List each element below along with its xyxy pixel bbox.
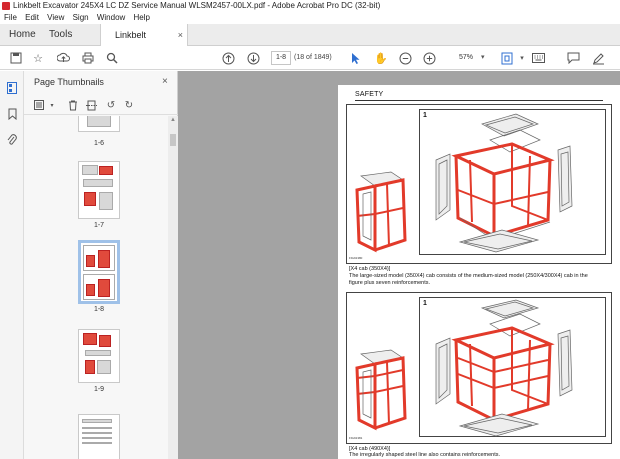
pdf-page: SAFETY FIG91380 1 [X4 cab (350X4)] The l… — [338, 85, 620, 459]
acrobat-app-icon — [2, 2, 10, 10]
tab-home[interactable]: Home — [9, 24, 36, 46]
figure-2-small-cab — [355, 349, 407, 431]
menu-file[interactable]: File — [4, 12, 17, 24]
figure-1-frame: FIG91380 1 — [346, 104, 612, 264]
figure-2-frame: FIG91381 1 — [346, 292, 612, 444]
page-number-input[interactable]: 1-8 — [271, 51, 291, 65]
panel-close-icon[interactable]: × — [162, 76, 168, 87]
scroll-up-icon[interactable]: ▲ — [170, 117, 176, 123]
arrow-up-icon[interactable] — [220, 50, 236, 66]
keyboard-icon[interactable] — [530, 50, 546, 66]
options-dropdown-icon[interactable]: ▾ — [45, 98, 59, 112]
panel-title: Page Thumbnails — [34, 77, 104, 87]
title-bar: Linkbelt Excavator 245X4 LC DZ Service M… — [0, 0, 620, 12]
zoom-in-icon[interactable] — [421, 50, 437, 66]
upload-icon[interactable] — [55, 50, 71, 66]
thumbnail-list: 1-6 1-7 1-8 1-9 — [24, 116, 168, 459]
zoom-dropdown-icon[interactable]: ▾ — [481, 51, 485, 65]
thumbnail-page-1-10[interactable] — [78, 414, 120, 459]
heading-rule — [355, 100, 603, 101]
zoom-out-icon[interactable] — [397, 50, 413, 66]
menu-bar: File Edit View Sign Window Help — [0, 12, 620, 24]
bookmarks-icon[interactable] — [5, 107, 19, 121]
window-title: Linkbelt Excavator 245X4 LC DZ Service M… — [13, 1, 381, 10]
sign-icon[interactable] — [590, 50, 606, 66]
thumbnail-label-1-9: 1-9 — [93, 386, 105, 393]
figure-1-caption-text: The large-sized model (350X4) cab consis… — [349, 273, 588, 286]
extract-page-icon[interactable] — [84, 98, 98, 112]
search-icon[interactable] — [104, 50, 120, 66]
thumbnail-page-1-9[interactable] — [78, 329, 120, 383]
attachments-icon[interactable] — [5, 133, 19, 147]
panel-toolbar: ▾ ↺ ↻ — [24, 95, 178, 115]
menu-edit[interactable]: Edit — [25, 12, 39, 24]
bookmark-star-icon[interactable]: ☆ — [30, 50, 46, 66]
fit-page-icon[interactable] — [499, 50, 515, 66]
tab-bar: Home Tools Linkbelt Excavator ... × — [0, 24, 620, 62]
figure-2-exploded-view: 1 — [419, 297, 606, 437]
tab-document[interactable]: Linkbelt Excavator ... × — [100, 24, 188, 62]
thumbnail-page-1-7[interactable] — [78, 161, 120, 219]
page-thumbnails-icon[interactable] — [5, 81, 19, 95]
thumbnail-label-1-6: 1-6 — [93, 140, 105, 147]
navigation-rail — [0, 71, 24, 459]
menu-help[interactable]: Help — [134, 12, 150, 24]
page-count-label: (18 of 1849) — [294, 54, 332, 61]
figure-1-small-cab — [355, 171, 407, 253]
thumbnail-label-1-8: 1-8 — [93, 306, 105, 313]
menu-sign[interactable]: Sign — [73, 12, 89, 24]
hand-icon[interactable]: ✋ — [373, 50, 389, 66]
document-viewer[interactable]: SAFETY FIG91380 1 [X4 cab (350X4)] The l… — [178, 71, 620, 459]
menu-view[interactable]: View — [47, 12, 64, 24]
zoom-level-select[interactable]: 57% — [449, 51, 483, 65]
figure-2-caption-text: The irregularly shaped steel line also c… — [349, 452, 501, 458]
scrollbar-thumb[interactable] — [170, 134, 176, 146]
figure-1-exploded-view: 1 — [419, 109, 606, 255]
delete-page-icon[interactable] — [66, 98, 80, 112]
page-thumbnails-panel: Page Thumbnails × ▾ ↺ ↻ 1-6 1-7 1-8 1-9 … — [24, 71, 178, 459]
comment-icon[interactable] — [565, 50, 581, 66]
rotate-counterclockwise-icon[interactable]: ↺ — [104, 98, 118, 112]
figure-1-caption-title: [X4 cab (350X4)] — [349, 266, 391, 272]
arrow-down-icon[interactable] — [245, 50, 261, 66]
thumbnail-page-1-5[interactable] — [78, 116, 120, 132]
figure-2-code: FIG91381 — [349, 436, 363, 440]
thumbnail-label-1-7: 1-7 — [93, 222, 105, 229]
save-icon[interactable] — [8, 50, 24, 66]
fit-dropdown-icon[interactable]: ▾ — [514, 50, 530, 66]
rotate-clockwise-icon[interactable]: ↻ — [122, 98, 136, 112]
select-cursor-icon[interactable] — [348, 50, 364, 66]
menu-window[interactable]: Window — [97, 12, 125, 24]
tab-close-icon[interactable]: × — [178, 24, 183, 46]
thumbnail-page-1-8[interactable] — [78, 240, 120, 304]
figure-1-code: FIG91380 — [349, 256, 363, 260]
page-heading: SAFETY — [355, 91, 384, 98]
print-icon[interactable] — [80, 50, 96, 66]
thumbnail-scrollbar[interactable]: ▲ — [168, 116, 178, 459]
tab-tools[interactable]: Tools — [49, 24, 72, 46]
